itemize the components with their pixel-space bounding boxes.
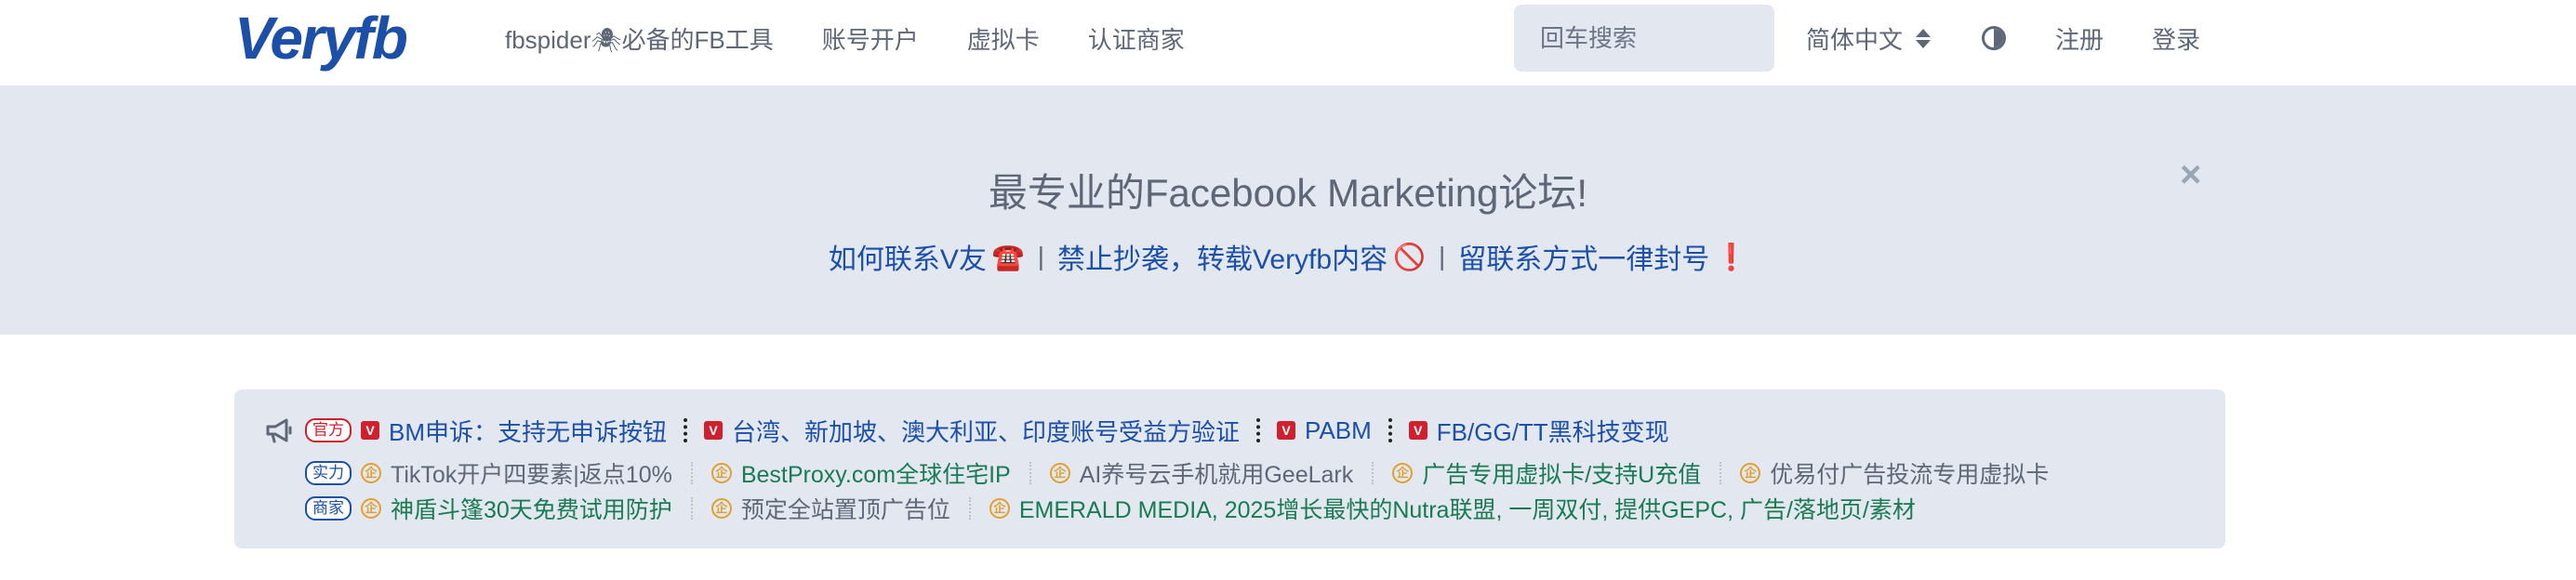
exclamation-icon: ❗	[1715, 242, 1748, 271]
nav-item-virtual-card[interactable]: 虚拟卡	[967, 21, 1040, 56]
divider	[690, 462, 693, 484]
contact-ban-link[interactable]: 留联系方式一律封号 ❗	[1458, 236, 1747, 277]
strength-tag: 实力	[305, 461, 352, 485]
v-badge-icon: V	[704, 421, 724, 440]
enterprise-icon: 企	[361, 463, 381, 483]
merchant-tag: 商家	[305, 496, 352, 521]
search-box	[1514, 5, 1774, 72]
close-icon[interactable]: ×	[2180, 156, 2201, 193]
divider	[684, 418, 688, 442]
login-link[interactable]: 登录	[2152, 0, 2200, 76]
enterprise-icon: 企	[1049, 463, 1070, 483]
no-plagiarism-link[interactable]: 禁止抄袭，转载Veryfb内容 🚫	[1057, 236, 1426, 277]
v-badge-icon: V	[1408, 421, 1427, 440]
sponsor-link[interactable]: 广告专用虚拟卡/支持U充值	[1422, 456, 1701, 490]
contact-v-friend-link[interactable]: 如何联系V友 ☎️	[829, 236, 1025, 277]
nav-item-account-opening[interactable]: 账号开户	[822, 21, 919, 56]
sponsor-link[interactable]: AI养号云手机就用GeeLark	[1080, 456, 1354, 490]
v-badge-icon: V	[361, 421, 379, 440]
v-badge-icon: V	[1277, 421, 1296, 440]
sponsor-link[interactable]: EMERALD MEDIA, 2025增长最快的Nutra联盟, 一周双付, 提…	[1019, 492, 1916, 525]
divider	[1256, 418, 1261, 442]
nav-item-verified-merchant[interactable]: 认证商家	[1088, 21, 1185, 56]
divider	[968, 497, 971, 520]
hero-banner: 最专业的Facebook Marketing论坛! 如何联系V友 ☎️ | 禁止…	[0, 86, 2576, 335]
enterprise-icon: 企	[1392, 463, 1414, 483]
divider	[1720, 462, 1722, 484]
sponsor-link[interactable]: 优易付广告投流专用虚拟卡	[1770, 456, 2049, 490]
enterprise-icon: 企	[710, 463, 732, 483]
separator: |	[1438, 242, 1446, 270]
announcement-link[interactable]: 台湾、新加坡、澳大利亚、印度账号受益方验证	[732, 414, 1240, 448]
register-link[interactable]: 注册	[2055, 0, 2104, 76]
site-logo[interactable]: Veryfb	[234, 5, 408, 72]
megaphone-icon	[266, 418, 292, 443]
divider	[1388, 418, 1392, 442]
prohibited-icon: 🚫	[1393, 242, 1426, 271]
divider	[1029, 462, 1031, 484]
announcement-row-merchant: 商家 企 神盾斗篷30天免费试用防护 企 预定全站置顶广告位 企 EMERALD…	[305, 493, 1916, 524]
search-input[interactable]	[1540, 23, 1754, 53]
divider	[690, 497, 693, 520]
announcement-row-official: 官方 V BM申诉：支持无申诉按钮 V 台湾、新加坡、澳大利亚、印度账号受益方验…	[264, 415, 1669, 446]
announcement-link[interactable]: PABM	[1305, 416, 1372, 445]
sponsor-link[interactable]: 神盾斗篷30天免费试用防护	[391, 492, 672, 525]
logo-text: Veryfb	[234, 5, 408, 72]
official-tag: 官方	[305, 418, 352, 442]
sort-arrows-icon	[1916, 28, 1932, 48]
separator: |	[1037, 242, 1045, 270]
enterprise-icon: 企	[710, 498, 732, 519]
banner-links: 如何联系V友 ☎️ | 禁止抄袭，转载Veryfb内容 🚫 | 留联系方式一律封…	[0, 236, 2576, 277]
announcement-link[interactable]: BM申诉：支持无申诉按钮	[389, 414, 667, 448]
nav-item-fbspider[interactable]: fbspider🕷必备的FB工具	[505, 21, 774, 56]
main-nav: fbspider🕷必备的FB工具 账号开户 虚拟卡 认证商家	[505, 0, 1233, 76]
announcement-row-strength: 实力 企 TikTok开户四要素|返点10% 企 BestProxy.com全球…	[305, 457, 2049, 489]
enterprise-icon: 企	[989, 498, 1010, 519]
site-header: Veryfb fbspider🕷必备的FB工具 账号开户 虚拟卡 认证商家 简体…	[0, 0, 2576, 86]
announcement-link[interactable]: FB/GG/TT黑科技变现	[1437, 414, 1669, 448]
sponsor-link[interactable]: BestProxy.com全球住宅IP	[741, 456, 1011, 490]
language-selector[interactable]: 简体中文	[1806, 0, 1932, 76]
language-label: 简体中文	[1806, 25, 1904, 54]
telephone-icon: ☎️	[991, 242, 1025, 271]
sponsor-link[interactable]: 预定全站置顶广告位	[741, 492, 950, 525]
theme-toggle-icon[interactable]	[1982, 26, 2006, 50]
enterprise-icon: 企	[361, 498, 381, 519]
sponsor-link[interactable]: TikTok开户四要素|返点10%	[391, 456, 672, 490]
divider	[1372, 462, 1374, 484]
enterprise-icon: 企	[1740, 463, 1761, 483]
